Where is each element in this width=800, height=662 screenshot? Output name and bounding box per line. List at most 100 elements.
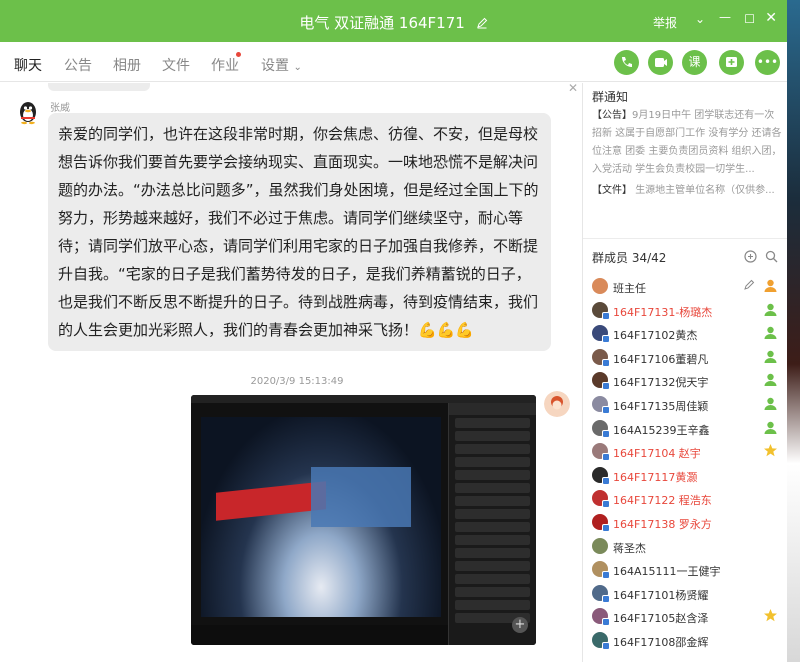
window-titlebar: 电气 双证融通 164F171 举报 ⌄ — ☐ ✕ (0, 0, 787, 42)
device-badge-icon (602, 618, 610, 627)
tab-announcements[interactable]: 公告 (64, 55, 92, 75)
video-glyph (655, 58, 667, 67)
member-name: 164A15239王辛鑫 (613, 423, 710, 437)
panel-row (455, 457, 530, 467)
admin-star-icon (764, 609, 777, 622)
close-icon[interactable]: ✕ (568, 83, 578, 95)
tab-settings[interactable]: 设置 ⌄ (261, 55, 302, 75)
more-icon[interactable]: ••• (755, 50, 780, 75)
search-icon[interactable] (765, 250, 778, 263)
member-avatar (592, 278, 608, 294)
member-row[interactable]: 164F17105赵含泽 (591, 605, 787, 629)
shared-screenshot-image[interactable]: + (191, 395, 536, 645)
member-row[interactable]: 164A15239王辛鑫 (591, 417, 787, 441)
message-bubble[interactable]: 亲爱的同学们，也许在这段非常时期，你会焦虑、彷徨、不安，但是母校想告诉你我们要首… (48, 113, 551, 351)
screenshot-member-panel (448, 403, 536, 645)
divider (583, 238, 787, 239)
device-badge-icon (602, 382, 610, 391)
member-row[interactable]: 班主任 (591, 275, 787, 299)
panel-row (455, 535, 530, 545)
device-badge-icon (602, 500, 610, 509)
studio-screen (311, 467, 411, 527)
member-name: 164F17102黄杰 (613, 329, 698, 343)
member-name: 蒋圣杰 (613, 541, 646, 555)
add-app-icon[interactable] (719, 50, 744, 75)
member-row[interactable]: 164F17101杨贤耀 (591, 582, 787, 606)
admin-icon (764, 303, 777, 316)
panel-row (455, 600, 530, 610)
minimize-icon[interactable]: — (719, 10, 731, 24)
previous-message-bubble (48, 83, 150, 91)
member-name: 164F17135周佳颖 (613, 399, 709, 413)
self-avatar[interactable] (544, 391, 570, 417)
member-avatar (592, 395, 610, 414)
member-name: 164F17138 罗永方 (613, 517, 712, 531)
screenshot-plus-icon: + (512, 617, 528, 633)
phone-icon[interactable] (614, 50, 639, 75)
device-badge-icon (602, 523, 610, 532)
member-row[interactable]: 164F17138 罗永方 (591, 511, 787, 535)
chevron-down-icon[interactable]: ⌄ (695, 12, 705, 26)
file-tag: 【文件】 (592, 185, 632, 196)
member-avatar (592, 537, 608, 554)
member-row[interactable]: 164F17131-杨璐杰 (591, 299, 787, 323)
tab-files[interactable]: 文件 (162, 55, 190, 75)
edit-pencil-icon[interactable] (743, 279, 755, 291)
tab-album[interactable]: 相册 (113, 55, 141, 75)
notice-title: 群通知 (592, 90, 629, 104)
add-member-icon[interactable] (744, 250, 757, 263)
member-row[interactable]: 164A15111一王健宇 (591, 558, 787, 582)
member-name: 164F17122 程浩东 (613, 494, 712, 508)
panel-row (455, 431, 530, 441)
screenshot-bottom-bar (191, 625, 448, 645)
admin-icon (764, 374, 777, 387)
member-list: 班主任 164F17131-杨璐杰 164F17102黄杰 164F17106董碧凡 1… (591, 275, 787, 653)
qq-penguin-avatar[interactable] (15, 99, 41, 125)
edit-pencil-icon[interactable] (476, 17, 488, 29)
report-button[interactable]: 举报 (653, 14, 677, 31)
device-badge-icon (602, 594, 610, 603)
member-avatar (592, 301, 610, 320)
device-badge-icon (602, 358, 610, 367)
group-sidebar: 群通知 【公告】9月19日中午 团学联志还有一次招新 这属于自愿部门工作 没有学… (583, 83, 787, 662)
member-avatar (592, 372, 610, 391)
group-notice[interactable]: 【公告】9月19日中午 团学联志还有一次招新 这属于自愿部门工作 没有学分 还请… (592, 107, 782, 179)
panel-row (455, 509, 530, 519)
tab-homework[interactable]: 作业 (211, 55, 239, 75)
member-row[interactable]: 164F17132倪天宇 (591, 369, 787, 393)
member-row[interactable]: 164F17135周佳颖 (591, 393, 787, 417)
lesson-icon[interactable]: 课 (682, 50, 707, 75)
member-name: 164F17106董碧凡 (613, 352, 709, 366)
studio-red-banner (216, 481, 326, 521)
chat-panel[interactable]: 张威 亲爱的同学们，也许在这段非常时期，你会焦虑、彷徨、不安，但是母校想告诉你我… (0, 83, 582, 662)
member-avatar (592, 419, 610, 438)
maximize-icon[interactable]: ☐ (744, 12, 755, 26)
member-row[interactable]: 164F17117黄灏 (591, 464, 787, 488)
close-icon[interactable]: ✕ (765, 10, 777, 26)
member-row[interactable]: 164F17122 程浩东 (591, 487, 787, 511)
member-avatar (592, 490, 610, 509)
device-badge-icon (602, 311, 610, 320)
admin-icon (764, 350, 777, 363)
member-name: 164F17117黄灏 (613, 470, 698, 484)
member-row[interactable]: 164F17106董碧凡 (591, 346, 787, 370)
member-avatar (592, 631, 610, 650)
admin-icon (764, 397, 777, 410)
member-name: 164F17105赵含泽 (613, 612, 709, 626)
screenshot-titlebar (191, 395, 536, 403)
file-notice[interactable]: 【文件】 生源地主管单位名称（仅供参... (592, 181, 782, 196)
message-timestamp: 2020/3/9 15:13:49 (250, 376, 344, 387)
member-avatar (592, 348, 610, 367)
notification-dot (236, 52, 241, 57)
member-row[interactable]: 164F17102黄杰 (591, 322, 787, 346)
member-row[interactable]: 164F17104 赵宇 (591, 440, 787, 464)
member-row[interactable]: 蒋圣杰 (591, 535, 787, 559)
add-glyph (726, 57, 737, 67)
panel-row (455, 522, 530, 532)
message-sender-name[interactable]: 张威 (50, 99, 70, 114)
member-row[interactable]: 164F17108邵金辉 (591, 629, 787, 653)
device-badge-icon (602, 429, 610, 438)
member-name: 164A15111一王健宇 (613, 565, 721, 579)
tab-chat[interactable]: 聊天 (14, 55, 42, 87)
video-icon[interactable] (648, 50, 673, 75)
